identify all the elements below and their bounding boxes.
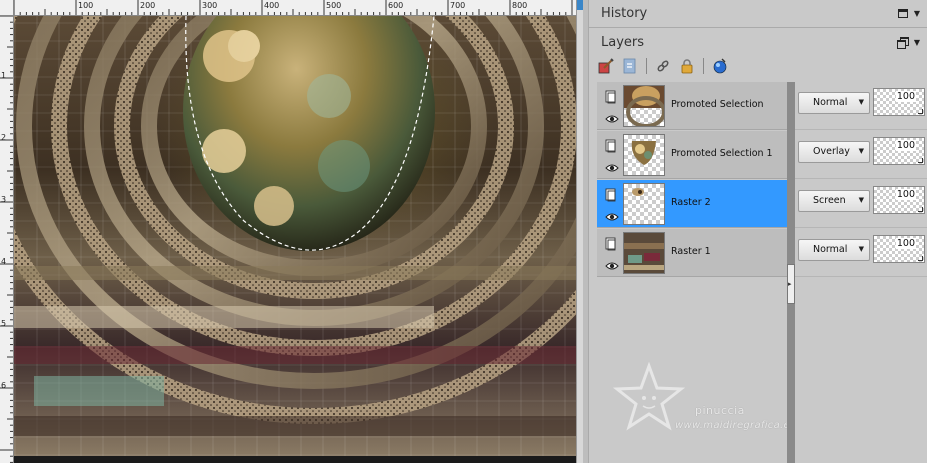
layer-thumbnail xyxy=(623,85,665,127)
layer-group-icon[interactable] xyxy=(605,236,617,251)
toolbar-separator xyxy=(646,58,647,74)
eye-icon[interactable] xyxy=(605,208,619,221)
layer-props-row: Normal ▼ 100 xyxy=(795,82,927,130)
blend-mode-select[interactable]: Screen ▼ xyxy=(798,190,870,212)
chevron-down-icon: ▼ xyxy=(858,98,864,106)
ruler-label: 800 xyxy=(512,1,528,10)
opacity-value: 100 xyxy=(895,238,916,249)
blend-mode-value: Screen xyxy=(813,195,846,206)
ruler-label: 2 xyxy=(1,133,7,142)
blend-mode-select[interactable]: Normal ▼ xyxy=(798,239,870,261)
ruler-corner xyxy=(0,0,14,16)
maximize-icon[interactable] xyxy=(897,9,908,18)
chevron-down-icon: ▼ xyxy=(858,147,864,155)
ruler-label: 200 xyxy=(140,1,156,10)
canvas-bottom-edge xyxy=(14,456,576,463)
layers-palette-header[interactable]: Layers ▼ xyxy=(589,28,927,56)
ruler-label: 400 xyxy=(264,1,280,10)
history-title: History xyxy=(601,6,648,21)
vertical-ruler: 1 2 3 4 5 6 xyxy=(0,16,14,463)
chevron-down-icon: ▼ xyxy=(858,196,864,204)
ruler-label: 300 xyxy=(202,1,218,10)
chevron-down-icon: ▼ xyxy=(858,245,864,253)
layers-title: Layers xyxy=(601,34,645,50)
opacity-value: 100 xyxy=(895,189,916,200)
layer-thumbnail xyxy=(623,232,665,274)
horizontal-ruler: 100 200 300 400 500 600 700 800 xyxy=(14,0,576,16)
history-palette-header[interactable]: History ▼ xyxy=(589,0,927,28)
layer-row-raster-1[interactable]: Raster 1 xyxy=(597,229,793,277)
opacity-slider[interactable]: 100 xyxy=(873,137,925,165)
blend-mode-value: Normal xyxy=(813,244,848,255)
layer-properties-icon[interactable] xyxy=(621,57,639,75)
ruler-label: 4 xyxy=(1,257,7,266)
image-canvas[interactable] xyxy=(14,16,576,456)
layer-row-raster-2[interactable]: Raster 2 xyxy=(597,180,793,228)
layer-name: Raster 2 xyxy=(671,197,711,208)
layers-list-scrollbar[interactable]: ▸ xyxy=(787,82,795,463)
edit-layer-icon[interactable] xyxy=(597,57,615,75)
layer-group-icon[interactable] xyxy=(605,187,617,202)
layer-name: Promoted Selection xyxy=(671,99,764,110)
toolbar-separator xyxy=(703,58,704,74)
blend-mode-select[interactable]: Normal ▼ xyxy=(798,92,870,114)
opacity-slider[interactable]: 100 xyxy=(873,88,925,116)
restore-window-icon[interactable] xyxy=(896,37,909,49)
opacity-slider[interactable]: 100 xyxy=(873,235,925,263)
canvas-window: 100 200 300 400 500 600 700 800 1 2 3 4 … xyxy=(0,0,583,463)
ruler-label: 700 xyxy=(450,1,466,10)
ruler-label: 6 xyxy=(1,381,7,390)
layer-props-row: Normal ▼ 100 xyxy=(795,229,927,277)
horizontal-ruler-ticks xyxy=(14,0,573,15)
new-mask-icon[interactable] xyxy=(711,57,729,75)
layer-props-row: Overlay ▼ 100 xyxy=(795,131,927,179)
chevron-down-icon[interactable]: ▼ xyxy=(914,38,920,47)
ruler-label: 100 xyxy=(78,1,94,10)
chevron-right-icon[interactable]: ▸ xyxy=(788,280,792,288)
ruler-label: 5 xyxy=(1,319,7,328)
ruler-label: 600 xyxy=(388,1,404,10)
blend-mode-value: Normal xyxy=(813,97,848,108)
eye-icon[interactable] xyxy=(605,257,619,270)
opacity-value: 100 xyxy=(895,140,916,151)
app-root: 100 200 300 400 500 600 700 800 1 2 3 4 … xyxy=(0,0,927,463)
lock-icon[interactable] xyxy=(678,57,696,75)
layer-row-promoted-selection[interactable]: Promoted Selection xyxy=(597,82,793,130)
layer-group-icon[interactable] xyxy=(605,138,617,153)
ruler-label: 3 xyxy=(1,195,7,204)
canvas-vertical-scrollbar[interactable] xyxy=(576,0,583,463)
opacity-value: 100 xyxy=(895,91,916,102)
blend-mode-select[interactable]: Overlay ▼ xyxy=(798,141,870,163)
chevron-down-icon[interactable]: ▼ xyxy=(914,9,920,18)
opacity-slider[interactable]: 100 xyxy=(873,186,925,214)
resize-corner-icon xyxy=(918,158,923,163)
watermark: pinuccia www.maidiregrafica.eu xyxy=(605,362,801,442)
vertical-ruler-ticks xyxy=(0,16,13,463)
layer-name: Promoted Selection 1 xyxy=(671,148,773,159)
ruler-label: 1 xyxy=(1,71,7,80)
resize-corner-icon xyxy=(918,256,923,261)
right-panel: History ▼ Layers ▼ Promoted Selection Pr… xyxy=(588,0,927,463)
watermark-name: pinuccia xyxy=(695,404,745,417)
layers-list: Promoted Selection Promoted Selection 1 … xyxy=(597,82,796,463)
tunnel-artwork xyxy=(14,16,576,436)
layer-thumbnail xyxy=(623,134,665,176)
blend-mode-value: Overlay xyxy=(813,146,850,157)
link-icon[interactable] xyxy=(654,57,672,75)
layer-name: Raster 1 xyxy=(671,246,711,257)
resize-corner-icon xyxy=(918,109,923,114)
resize-corner-icon xyxy=(918,207,923,212)
ruler-label: 500 xyxy=(326,1,342,10)
layers-toolbar xyxy=(597,55,729,77)
eye-icon[interactable] xyxy=(605,110,619,123)
layer-group-icon[interactable] xyxy=(605,89,617,104)
layer-row-promoted-selection-1[interactable]: Promoted Selection 1 xyxy=(597,131,793,179)
watermark-url: www.maidiregrafica.eu xyxy=(675,420,797,431)
layer-thumbnail xyxy=(623,183,665,225)
eye-icon[interactable] xyxy=(605,159,619,172)
layer-properties-column: Normal ▼ 100 Overlay ▼ 100 Screen ▼ 100 Nor… xyxy=(795,82,927,463)
layer-props-row: Screen ▼ 100 xyxy=(795,180,927,228)
